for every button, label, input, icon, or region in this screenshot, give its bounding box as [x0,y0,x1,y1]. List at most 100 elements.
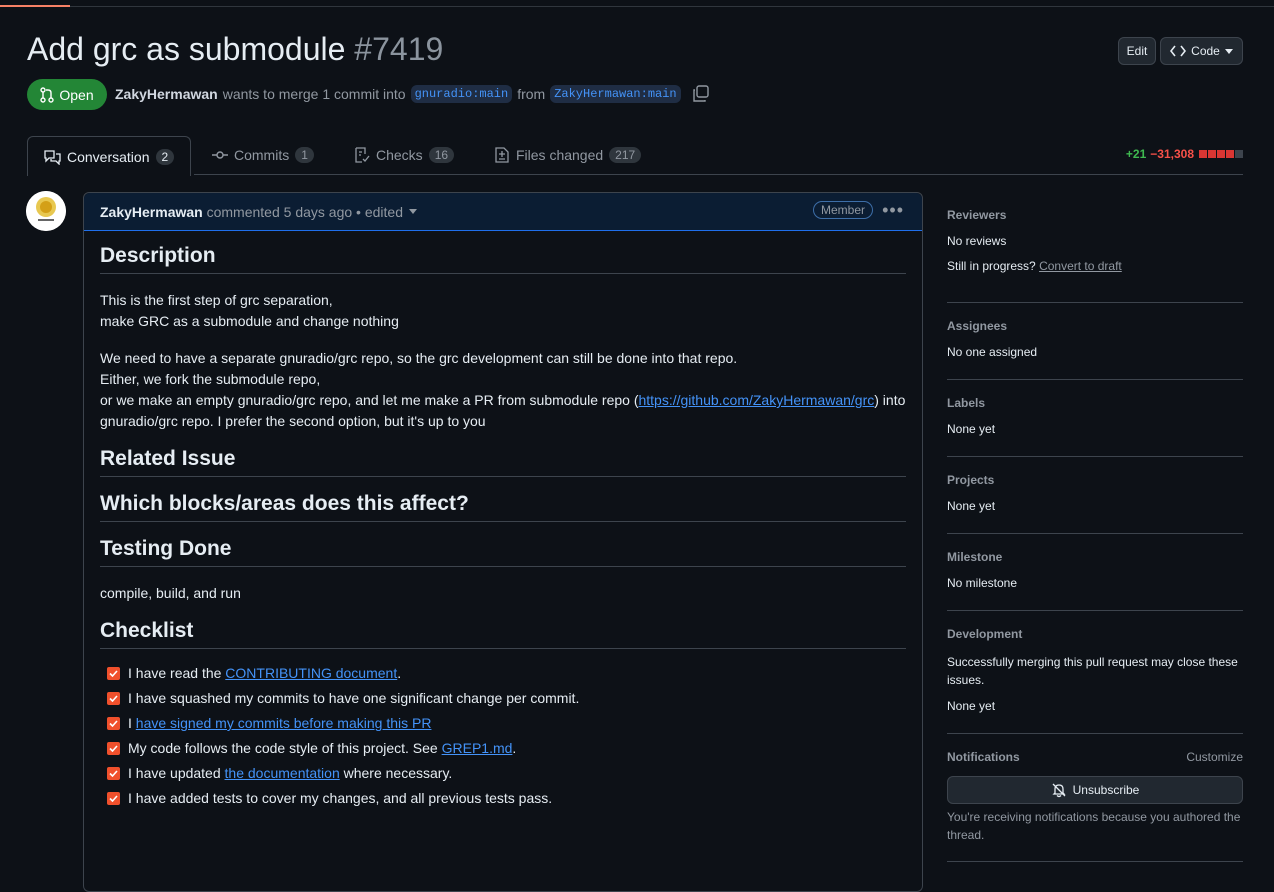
milestone-value: No milestone [947,576,1018,590]
heading-related-issue: Related Issue [100,448,906,477]
customize-link[interactable]: Customize [1186,750,1243,764]
tab-commits[interactable]: Commits 1 [212,136,314,174]
tab-commits-count: 1 [295,147,314,163]
repo-paragraph: We need to have a separate gnuradio/grc … [100,348,906,432]
labels-title[interactable]: Labels [947,396,1243,410]
comment-time[interactable]: 5 days ago [284,204,353,220]
kebab-horizontal-icon[interactable]: ••• [882,201,904,219]
checklist-text: I have squashed my commits to have one s… [128,690,580,706]
base-branch[interactable]: gnuradio:main [410,85,513,103]
assignees-title[interactable]: Assignees [947,319,1243,333]
heading-description: Description [100,245,906,274]
caret-down-icon [1224,48,1233,54]
checklist: I have read the CONTRIBUTING document. I… [100,661,906,811]
check-icon [109,745,118,752]
code-icon [1170,45,1187,57]
sidebar-divider [947,302,1243,303]
para-line: gnuradio/grc repo. I prefer the second o… [100,413,486,429]
comment-body: Description This is the first step of gr… [84,245,922,811]
sidebar-reviewers: Reviewers No reviews Still in progress? … [947,208,1243,273]
unsubscribe-button[interactable]: Unsubscribe [947,776,1243,804]
checklist-item: I have squashed my commits to have one s… [100,686,906,711]
checklist-text-post: . [397,665,402,681]
caret-down-icon[interactable] [408,209,417,214]
para-line: or we make an empty gnuradio/grc repo, a… [100,390,906,411]
development-title[interactable]: Development [947,627,1243,641]
tab-divider [194,174,1243,175]
pr-number: #7419 [354,31,444,67]
pr-description-comment: ZakyHermawan commented 5 days ago • edit… [83,192,923,892]
comment-author[interactable]: ZakyHermawan [100,204,203,220]
checklist-text-pre: I [128,715,136,731]
tab-checks[interactable]: Checks 16 [354,136,455,174]
checklist-item: I have updated the documentation where n… [100,761,906,786]
notifications-note: You're receiving notifications because y… [947,810,1241,842]
sidebar-projects: Projects None yet [947,473,1243,513]
checkbox-checked[interactable] [107,792,120,805]
pr-title: Add grc as submodule [27,31,346,67]
comment-edited[interactable]: • edited [356,204,403,220]
pr-author-link[interactable]: ZakyHermawan [115,86,218,102]
labels-value: None yet [947,422,996,436]
reviewers-value: No reviews [947,234,1007,248]
diffstat[interactable]: +21 −31,308 [1126,147,1243,161]
development-value: None yet [947,699,996,713]
sidebar-divider [947,861,1243,862]
code-button-label: Code [1191,44,1220,58]
tab-files-changed-label: Files changed [516,147,604,163]
code-button[interactable]: Code [1160,37,1243,65]
avatar[interactable] [26,191,66,231]
desc-line: This is the first step of grc separation… [100,292,333,308]
head-branch[interactable]: ZakyHermawan:main [550,85,681,103]
submodule-repo-link[interactable]: https://github.com/ZakyHermawan/grc [638,392,874,408]
projects-value: None yet [947,499,996,513]
sidebar-divider [947,456,1243,457]
checkbox-checked[interactable] [107,767,120,780]
contributing-link[interactable]: CONTRIBUTING document [225,665,397,681]
para-line: We need to have a separate gnuradio/grc … [100,350,738,366]
checklist-text-pre: I have updated [128,765,225,781]
signed-commits-link[interactable]: have signed my commits before making thi… [136,715,432,731]
checklist-item: I have signed my commits before making t… [100,711,906,736]
checklist-item: My code follows the code style of this p… [100,736,906,761]
sidebar-labels: Labels None yet [947,396,1243,436]
edit-button[interactable]: Edit [1118,37,1156,65]
documentation-link[interactable]: the documentation [225,765,340,781]
checklist-text: I have signed my commits before making t… [128,713,431,734]
pr-merge-info: ZakyHermawan wants to merge 1 commit int… [115,84,710,104]
tab-conversation[interactable]: Conversation 2 [27,136,192,176]
checkbox-checked[interactable] [107,742,120,755]
merge-text: wants to merge 1 commit into [222,86,406,102]
tab-files-changed[interactable]: Files changed 217 [494,136,642,174]
heading-blocks-affected: Which blocks/areas does this affect? [100,493,906,522]
checklist-text-pre: I have read the [128,665,226,681]
copy-icon[interactable] [692,85,710,103]
checklist-text-post: where necessary. [339,765,453,781]
git-pull-request-icon [40,86,55,103]
checkbox-checked[interactable] [107,717,120,730]
sidebar-divider [947,733,1243,734]
grep1-link[interactable]: GREP1.md [442,740,513,756]
para-text: or we make an empty gnuradio/grc repo, a… [100,392,639,408]
bell-slash-icon [1052,783,1066,798]
comment-action: commented [206,203,280,220]
checkbox-checked[interactable] [107,692,120,705]
tab-checks-count: 16 [428,147,455,163]
top-border [0,6,1274,7]
check-icon [109,795,118,802]
checklist-text: My code follows the code style of this p… [128,738,516,759]
tab-conversation-label: Conversation [67,148,150,165]
desc-line: make GRC as a submodule and change nothi… [100,313,399,329]
avatar-logo-icon [26,191,66,231]
sidebar-divider [947,533,1243,534]
convert-to-draft-link[interactable]: Convert to draft [1039,259,1122,273]
sidebar-assignees: Assignees No one assigned [947,319,1243,359]
reviewers-title[interactable]: Reviewers [947,208,1243,222]
projects-title[interactable]: Projects [947,473,1243,487]
draft-row: Still in progress? Convert to draft [947,259,1243,273]
checklist-text-post: . [512,740,517,756]
checkbox-checked[interactable] [107,667,120,680]
milestone-title[interactable]: Milestone [947,550,1243,564]
tab-files-changed-count: 217 [609,147,642,163]
edit-button-label: Edit [1126,44,1148,58]
